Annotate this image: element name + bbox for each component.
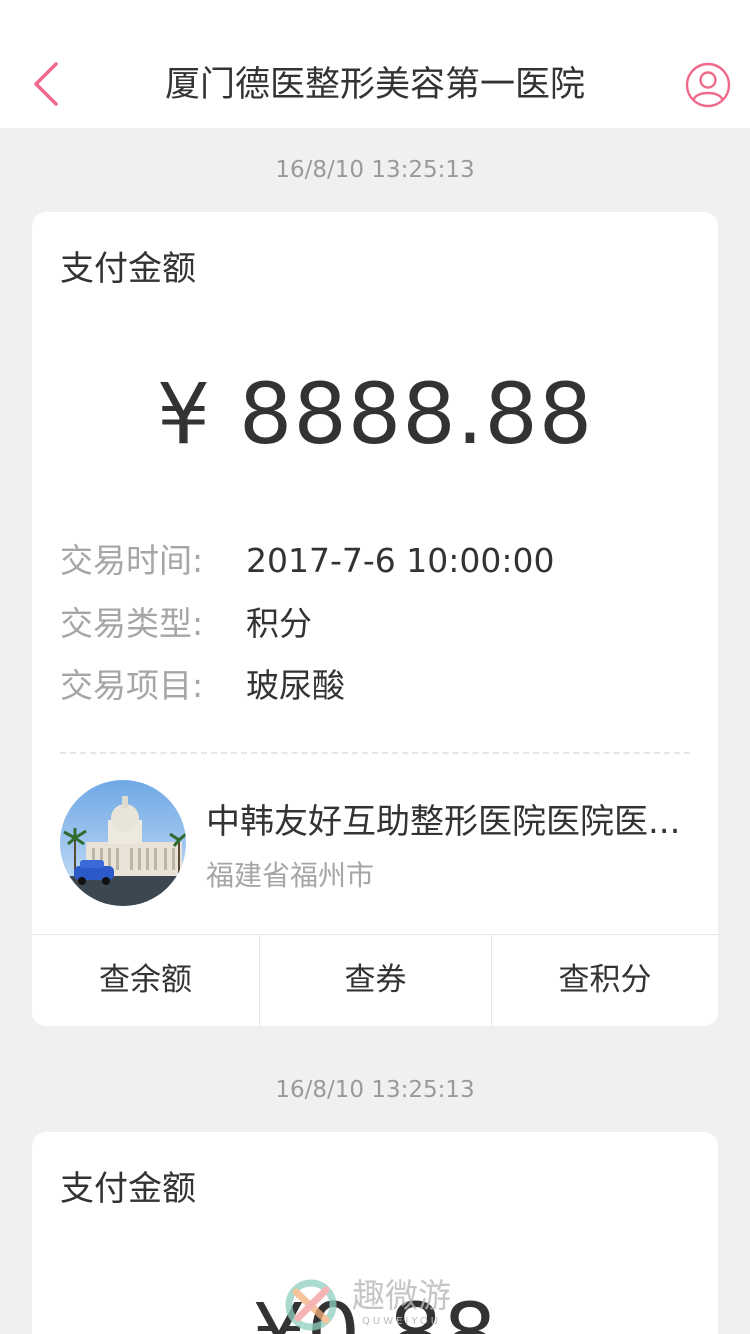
user-circle-icon: [685, 62, 731, 108]
check-coupons-button[interactable]: 查券: [259, 935, 491, 1026]
merchant-location: 福建省福州市: [206, 859, 375, 892]
watermark-text: 趣微游: [352, 1276, 451, 1315]
amount-label: 支付金额: [60, 1169, 196, 1209]
divider: [60, 752, 690, 754]
detail-row-item: 交易项目: 玻尿酸: [60, 664, 345, 708]
payment-card: 支付金额 ¥ 8888.88 交易时间: 2017-7-6 10:00:00 交易…: [32, 212, 718, 1026]
amount-label: 支付金额: [60, 249, 196, 289]
detail-row-time: 交易时间: 2017-7-6 10:00:00: [60, 539, 555, 583]
detail-key: 交易项目:: [60, 666, 204, 705]
merchant-avatar[interactable]: [60, 780, 186, 906]
detail-key: 交易时间:: [60, 541, 204, 580]
record-timestamp: 16/8/10 13:25:13: [275, 157, 475, 183]
detail-row-type: 交易类型: 积分: [60, 602, 312, 646]
payment-amount: ¥ 8888.88: [156, 365, 594, 463]
detail-value: 玻尿酸: [246, 666, 345, 705]
watermark: 趣微游 QUWEIYOU: [282, 1276, 502, 1334]
merchant-name[interactable]: 中韩友好互助整形医院医院医...: [206, 800, 692, 844]
watermark-logo-icon: [285, 1279, 337, 1331]
detail-value: 2017-7-6 10:00:00: [246, 541, 555, 580]
watermark-subtext: QUWEIYOU: [362, 1316, 442, 1327]
record-timestamp: 16/8/10 13:25:13: [275, 1077, 475, 1103]
user-profile-button[interactable]: [685, 62, 731, 108]
page-title: 厦门德医整形美容第一医院: [164, 65, 585, 105]
action-bar: 查余额 查券 查积分: [32, 934, 718, 1026]
detail-value: 积分: [246, 604, 312, 643]
detail-key: 交易类型:: [60, 604, 204, 643]
nav-bar: 厦门德医整形美容第一医院: [0, 0, 750, 128]
check-balance-button[interactable]: 查余额: [32, 935, 259, 1026]
check-points-button[interactable]: 查积分: [491, 935, 718, 1026]
